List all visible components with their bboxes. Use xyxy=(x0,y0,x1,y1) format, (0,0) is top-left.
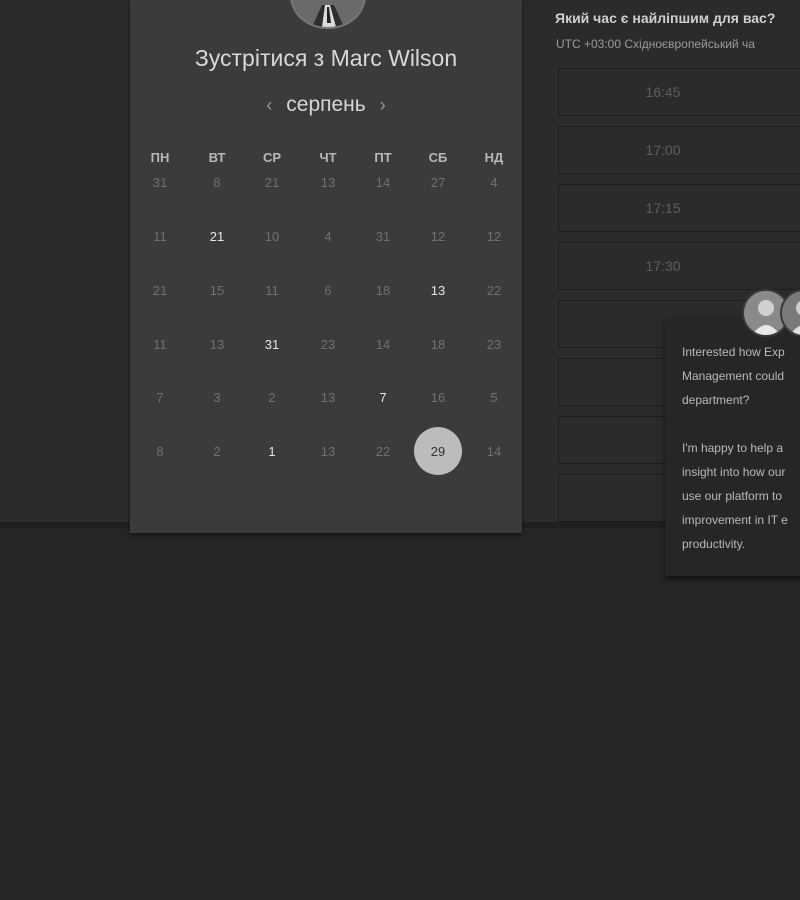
calendar-day[interactable]: 29 xyxy=(414,427,462,475)
calendar-day[interactable]: 14 xyxy=(470,427,518,475)
calendar-day[interactable]: 21 xyxy=(248,158,296,206)
calendar-day[interactable]: 15 xyxy=(193,266,241,314)
chat-message: Interested how Exp Management could depa… xyxy=(682,345,788,551)
time-slot-button[interactable]: 17:30 xyxy=(558,242,800,290)
calendar-day[interactable]: 13 xyxy=(304,373,352,421)
calendar-day[interactable]: 18 xyxy=(414,320,462,368)
time-picker-title: Який час є найліпшим для вас? xyxy=(555,10,776,26)
calendar-day[interactable]: 22 xyxy=(470,266,518,314)
calendar-day[interactable]: 4 xyxy=(470,158,518,206)
calendar-day[interactable]: 5 xyxy=(470,373,518,421)
calendar-day[interactable]: 2 xyxy=(193,427,241,475)
timezone-label[interactable]: UTC +03:00 Східноєвропейський ча xyxy=(556,37,755,51)
time-slot-button[interactable]: 16:45 xyxy=(558,68,800,116)
calendar-day[interactable]: 23 xyxy=(470,320,518,368)
calendar-day[interactable]: 2 xyxy=(248,373,296,421)
calendar-day[interactable]: 23 xyxy=(304,320,352,368)
calendar-day[interactable]: 13 xyxy=(304,158,352,206)
calendar-day[interactable]: 11 xyxy=(136,212,184,260)
calendar-day[interactable]: 11 xyxy=(136,320,184,368)
calendar-day[interactable]: 4 xyxy=(304,212,352,260)
calendar-day[interactable]: 18 xyxy=(359,266,407,314)
calendar-day[interactable]: 8 xyxy=(193,158,241,206)
calendar-day[interactable]: 22 xyxy=(359,427,407,475)
calendar-day[interactable]: 21 xyxy=(136,266,184,314)
time-slot-button[interactable]: 17:00 xyxy=(558,126,800,174)
calendar-day[interactable]: 7 xyxy=(136,373,184,421)
calendar-day[interactable]: 14 xyxy=(359,320,407,368)
calendar-day[interactable]: 12 xyxy=(414,212,462,260)
calendar-day[interactable]: 16 xyxy=(414,373,462,421)
calendar-day[interactable]: 10 xyxy=(248,212,296,260)
calendar-day[interactable]: 31 xyxy=(136,158,184,206)
calendar-day[interactable]: 27 xyxy=(414,158,462,206)
calendar-day[interactable]: 13 xyxy=(414,266,462,314)
time-slot-button[interactable]: 17:15 xyxy=(558,184,800,232)
calendar-day[interactable]: 8 xyxy=(136,427,184,475)
calendar-day[interactable]: 31 xyxy=(359,212,407,260)
calendar-day[interactable]: 3 xyxy=(193,373,241,421)
calendar-day[interactable]: 6 xyxy=(304,266,352,314)
calendar-grid: 31 8 21 13 14 27 4 11 21 10 4 31 12 12 21 15 11 6 18 13 22 11… xyxy=(130,0,522,533)
calendar-card: Зустрітися з Marc Wilson ‹ серпень › ПН В… xyxy=(130,0,522,533)
calendar-day[interactable]: 11 xyxy=(248,266,296,314)
calendar-day[interactable]: 21 xyxy=(193,212,241,260)
calendar-day[interactable]: 13 xyxy=(304,427,352,475)
calendar-day[interactable]: 12 xyxy=(470,212,518,260)
calendar-day[interactable]: 1 xyxy=(248,427,296,475)
calendar-day[interactable]: 7 xyxy=(359,373,407,421)
chat-popup[interactable]: Interested how Exp Management could depa… xyxy=(665,318,800,576)
calendar-day[interactable]: 13 xyxy=(193,320,241,368)
calendar-day[interactable]: 14 xyxy=(359,158,407,206)
calendar-day[interactable]: 31 xyxy=(248,320,296,368)
